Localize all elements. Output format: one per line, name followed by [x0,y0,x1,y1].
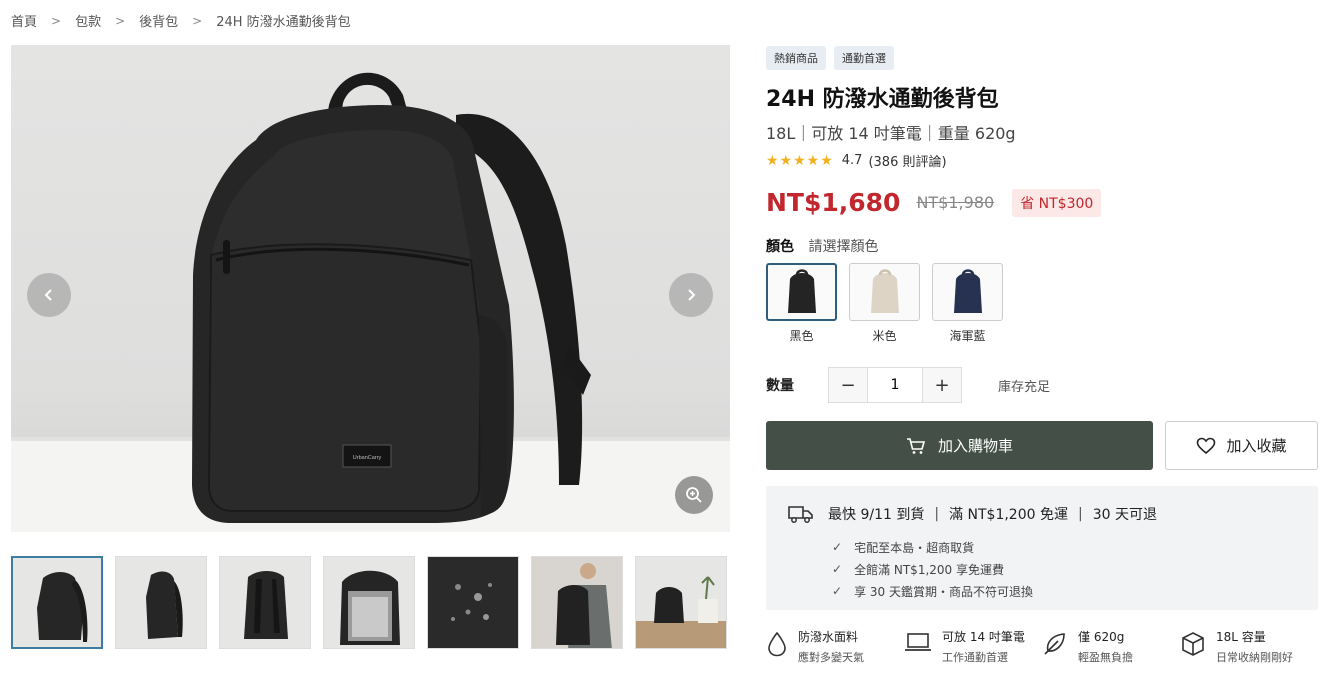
color-swatches: 黑色 米色 海軍藍 [766,263,1003,344]
review-count[interactable]: (386 則評論) [868,151,946,170]
water-drop-icon [768,631,786,657]
shipping-headline: 最快 9/11 到貨 | 滿 NT$1,200 免運 | 30 天可退 [788,504,1157,524]
backpack-beige-icon [870,269,899,313]
breadcrumb-home[interactable]: 首頁 [11,11,37,30]
truck-icon [788,506,813,523]
feature-desc: 應對多變天氣 [798,651,864,664]
check-icon: ✓ [832,584,843,598]
thumbnail-front[interactable] [11,556,103,649]
color-label: 顏色 [766,239,794,255]
add-to-favorites-label: 加入收藏 [1226,437,1287,455]
add-to-favorites-button[interactable]: 加入收藏 [1165,421,1318,470]
swatch-beige[interactable]: 米色 [849,263,920,344]
brand-label: UrbanCarry [353,455,382,461]
swatch-label: 黑色 [789,329,814,343]
delivery-date: 最快 9/11 到貨 [828,507,925,523]
product-title: 24H 防潑水通勤後背包 [766,87,999,112]
sale-price: NT$1,680 [766,188,901,217]
zoom-in-icon [686,487,702,503]
breadcrumb-current: 24H 防潑水通勤後背包 [216,15,351,30]
check-icon: ✓ [832,562,843,576]
breadcrumb-bags[interactable]: 包款 [75,11,101,30]
quantity-stepper: − + [828,367,962,403]
shipping-item: ✓ 宅配至本島・超商取貨 [832,540,975,555]
rating-score: 4.7 [841,153,863,168]
feature-title: 可放 14 吋筆電 [942,630,1025,644]
thumbnail-desk[interactable] [635,556,727,649]
price-row: NT$1,680 NT$1,980 省 NT$300 [766,188,1102,217]
shipping-item: ✓ 全館滿 NT$1,200 享免運費 [832,562,1004,577]
swatch-label: 米色 [872,329,897,343]
quantity-input[interactable] [867,368,923,402]
thumbnail-model[interactable] [531,556,623,649]
action-buttons: 加入購物車 加入收藏 [766,421,1318,470]
swatch-navy[interactable]: 海軍藍 [932,263,1003,344]
chevron-right-icon [688,289,696,301]
thumbnail-water-resistant[interactable] [427,556,519,649]
separator: | [934,506,940,522]
original-price: NT$1,980 [916,193,995,212]
feature-water-resistant: 防潑水面料應對多變天氣 [766,628,904,665]
add-to-cart-button[interactable]: 加入購物車 [766,421,1153,470]
shipping-item: ✓ 享 30 天鑑賞期・商品不符可退換 [832,584,1033,599]
zoom-button[interactable] [675,476,713,514]
feature-desc: 輕盈無負擔 [1078,651,1133,664]
backpack-image: UrbanCarry [11,72,730,532]
chevron-right-icon: > [115,13,126,28]
laptop-icon [905,633,931,651]
breadcrumb-backpacks[interactable]: 後背包 [139,11,178,30]
feature-title: 18L 容量 [1216,630,1266,644]
product-subtitle: 18L｜可放 14 吋筆電｜重量 620g [766,124,1016,143]
return-policy: 30 天可退 [1092,507,1157,523]
shipping-info: 最快 9/11 到貨 | 滿 NT$1,200 免運 | 30 天可退 ✓ 宅配至… [766,486,1318,610]
swatch-label: 海軍藍 [949,329,986,343]
rating-row[interactable]: ★★★★★ 4.7 (386 則評論) [766,151,947,171]
check-icon: ✓ [832,540,843,554]
swatch-black[interactable]: 黑色 [766,263,837,344]
badge-group: 熱銷商品 通勤首選 [766,46,894,70]
thumbnail-interior[interactable] [323,556,415,649]
color-label-row: 顏色 請選擇顏色 [766,236,878,256]
cart-icon [906,437,926,454]
thumbnail-back[interactable] [219,556,311,649]
product-main-image[interactable]: UrbanCarry [11,45,730,532]
thumbnail-strip [11,556,727,649]
add-to-cart-label: 加入購物車 [937,437,1013,455]
decrease-button[interactable]: − [829,368,867,402]
badge-bestseller: 熱銷商品 [766,46,826,70]
feature-desc: 日常收納剛剛好 [1216,651,1293,664]
heart-icon [1197,437,1216,454]
thumbnail-side[interactable] [115,556,207,649]
star-rating-icon: ★★★★★ [766,152,834,169]
chevron-right-icon: > [51,13,62,28]
breadcrumb: 首頁 > 包款 > 後背包 > 24H 防潑水通勤後背包 [11,11,351,31]
stock-status: 庫存充足 [998,379,1051,395]
box-icon [1182,632,1204,656]
shipping-list: ✓ 宅配至本島・超商取貨 ✓ 全館滿 NT$1,200 享免運費 ✓ 享 30 天鑑賞… [832,536,1033,602]
feature-title: 僅 620g [1078,630,1125,644]
feature-list: 防潑水面料 應對多變天氣 可放 14 吋筆電 工作通勤首選 僅 620g 輕盈無負擔 … [766,628,1318,665]
discount-badge: 省 NT$300 [1012,188,1102,217]
feature-laptop: 可放 14 吋筆電 工作通勤首選 [904,628,1042,665]
prev-image-button[interactable] [27,273,71,317]
badge-commute: 通勤首選 [834,46,894,70]
backpack-black-icon [787,269,816,313]
backpack-navy-icon [953,269,982,313]
next-image-button[interactable] [669,273,713,317]
increase-button[interactable]: + [923,368,961,402]
chevron-left-icon [44,289,52,301]
quantity-row: 數量 − + 庫存充足 [766,367,1318,403]
feather-icon [1044,633,1065,655]
chevron-right-icon: > [192,13,203,28]
feature-lightweight: 僅 620g 輕盈無負擔 [1042,628,1180,665]
free-shipping: 滿 NT$1,200 免運 [949,507,1068,523]
color-hint: 請選擇顏色 [808,239,879,255]
quantity-label: 數量 [766,378,794,394]
feature-title: 防潑水面料 [798,630,859,644]
separator: | [1077,506,1083,522]
feature-capacity: 18L 容量日常收納剛剛好 [1180,628,1318,665]
feature-desc: 工作通勤首選 [942,651,1008,664]
